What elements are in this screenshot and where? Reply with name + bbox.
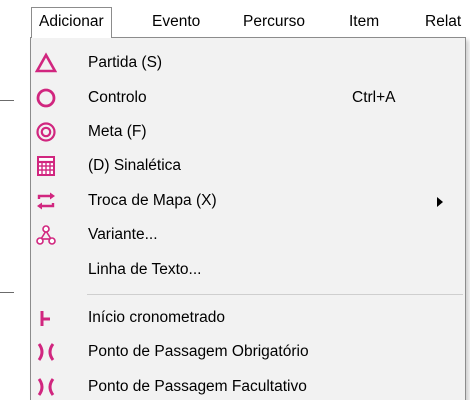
app-window: Adicionar Evento Percurso Item Relat Par… xyxy=(0,0,470,400)
adicionar-dropdown-menu: Partida (S) Controlo Ctrl+A Meta (F) (D)… xyxy=(30,37,466,400)
finish-double-circle-icon xyxy=(35,121,57,143)
menubar-item[interactable]: Item xyxy=(342,8,386,36)
optional-crossing-icon xyxy=(35,376,57,398)
submenu-arrow-icon xyxy=(437,197,443,207)
start-triangle-icon xyxy=(35,52,57,74)
menu-item-label: Início cronometrado xyxy=(88,309,225,326)
menu-item-label: Meta (F) xyxy=(88,123,147,140)
menu-item-passagem-facultativo[interactable]: Ponto de Passagem Facultativo xyxy=(31,370,465,400)
menu-item-troca-de-mapa[interactable]: Troca de Mapa (X) xyxy=(31,184,465,218)
background-tick xyxy=(0,292,14,293)
background-tick xyxy=(0,100,14,101)
mandatory-crossing-icon xyxy=(35,341,57,363)
menu-item-label: Ponto de Passagem Obrigatório xyxy=(88,343,309,360)
menu-item-variante[interactable]: Variante... xyxy=(31,218,465,252)
menubar: Adicionar Evento Percurso Item Relat xyxy=(0,0,470,40)
variant-branch-icon xyxy=(35,224,57,246)
menu-item-label: Troca de Mapa (X) xyxy=(88,192,217,209)
menu-item-passagem-obrigatorio[interactable]: Ponto de Passagem Obrigatório xyxy=(31,335,465,369)
menu-item-sinaletica[interactable]: (D) Sinalética xyxy=(31,149,465,183)
menu-item-shortcut: Ctrl+A xyxy=(352,89,396,106)
menubar-adicionar[interactable]: Adicionar xyxy=(31,7,112,38)
background-window-edge xyxy=(0,0,30,400)
menubar-percurso[interactable]: Percurso xyxy=(236,8,312,36)
menu-item-meta[interactable]: Meta (F) xyxy=(31,115,465,149)
menu-item-inicio-cronometrado[interactable]: Início cronometrado xyxy=(31,301,465,335)
menu-item-label: Variante... xyxy=(88,226,158,243)
menu-item-label: Ponto de Passagem Facultativo xyxy=(88,378,307,395)
menubar-relatorios[interactable]: Relat xyxy=(418,8,468,36)
menu-item-linha-de-texto[interactable]: Linha de Texto... xyxy=(31,253,465,287)
menu-item-partida[interactable]: Partida (S) xyxy=(31,46,465,80)
menu-item-label: Partida (S) xyxy=(88,54,163,71)
map-exchange-icon xyxy=(35,190,57,212)
menubar-evento[interactable]: Evento xyxy=(145,8,207,36)
timed-start-icon xyxy=(35,307,57,329)
menu-item-controlo[interactable]: Controlo Ctrl+A xyxy=(31,81,465,115)
menu-item-label: (D) Sinalética xyxy=(88,157,182,174)
description-grid-icon xyxy=(35,155,57,177)
menu-separator xyxy=(87,294,463,295)
menu-item-label: Linha de Texto... xyxy=(88,261,202,278)
menu-item-label: Controlo xyxy=(88,89,147,106)
control-circle-icon xyxy=(35,87,57,109)
